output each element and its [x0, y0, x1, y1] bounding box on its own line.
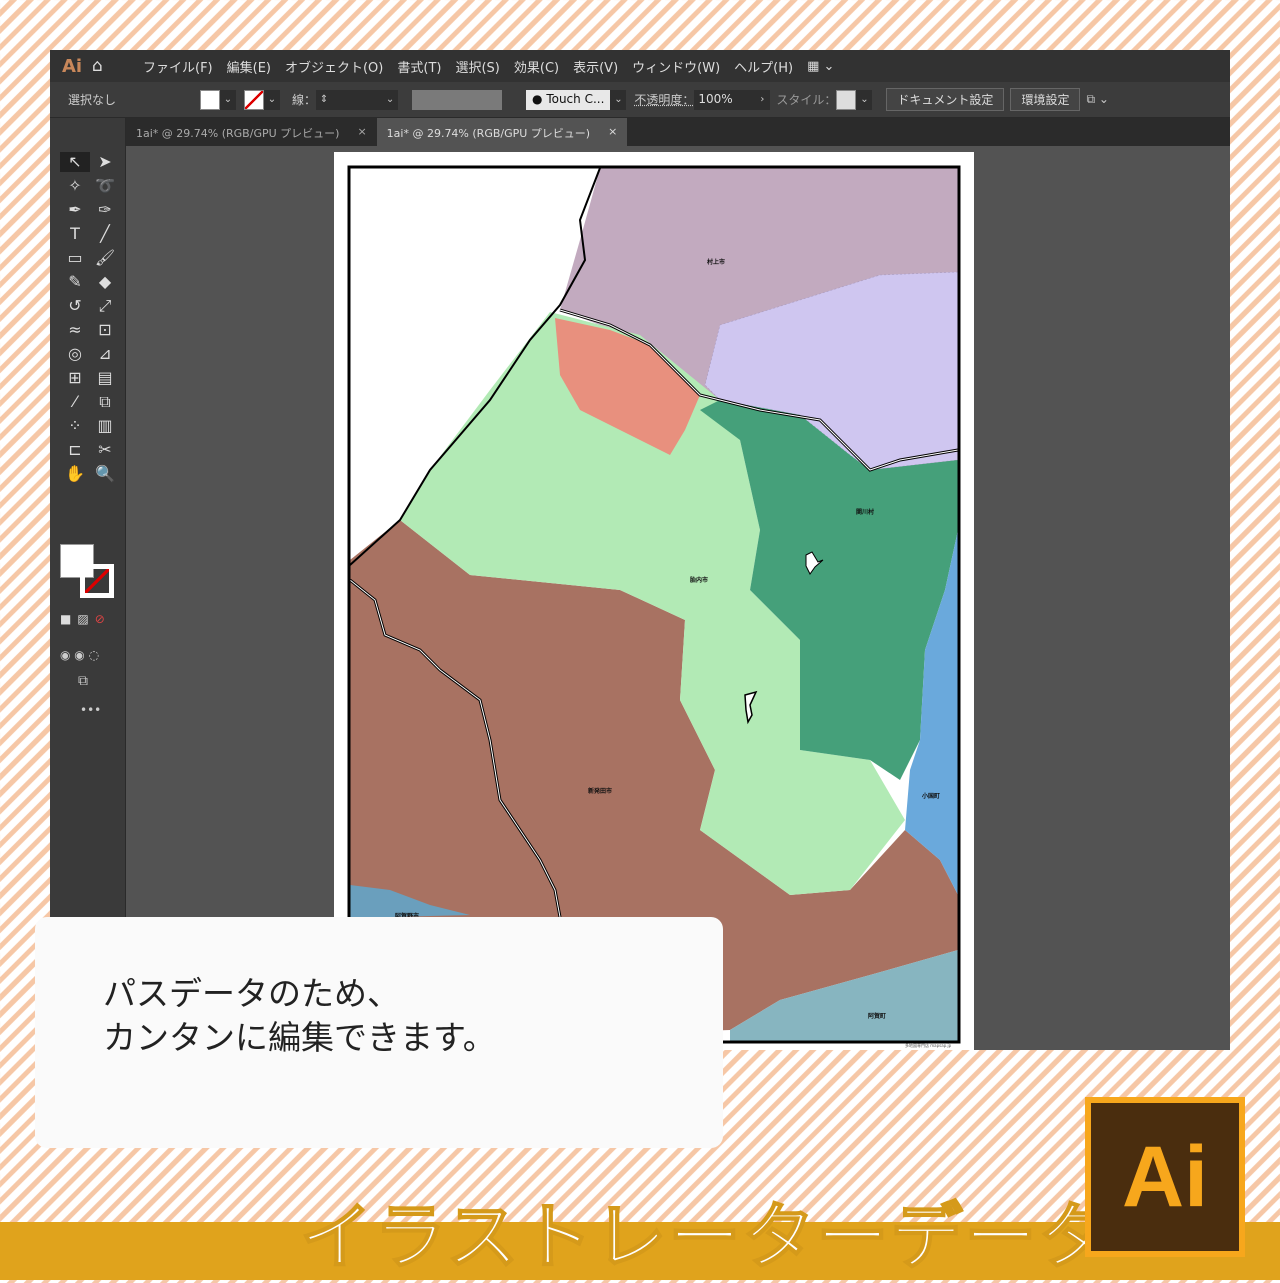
label-oguni: 小国町	[921, 792, 940, 800]
label-aga: 阿賀町	[868, 1012, 886, 1020]
label-sekikawa: 関川村	[856, 508, 874, 516]
label-murakami: 村上市	[706, 258, 725, 266]
map: 村上市 関川村 胎内市 新発田市 小国町 阿賀町 阿賀野市 多地図専門店 map…	[347, 165, 961, 1048]
caption-box: パスデータのため、 カンタンに編集できます。	[35, 917, 723, 1148]
caption-line-1: パスデータのため、	[103, 974, 400, 1013]
banner-title: イラストレーターデータ	[299, 1194, 1113, 1280]
label-shibata: 新発田市	[588, 787, 612, 795]
logo-text: Ai	[1091, 1103, 1239, 1251]
label-tainai: 胎内市	[690, 576, 708, 584]
map-credit: 多地図専門店 mapsap.jp	[905, 1042, 952, 1048]
illustrator-logo: Ai	[1085, 1097, 1245, 1257]
caption-line-2: カンタンに編集できます。	[103, 1018, 496, 1057]
